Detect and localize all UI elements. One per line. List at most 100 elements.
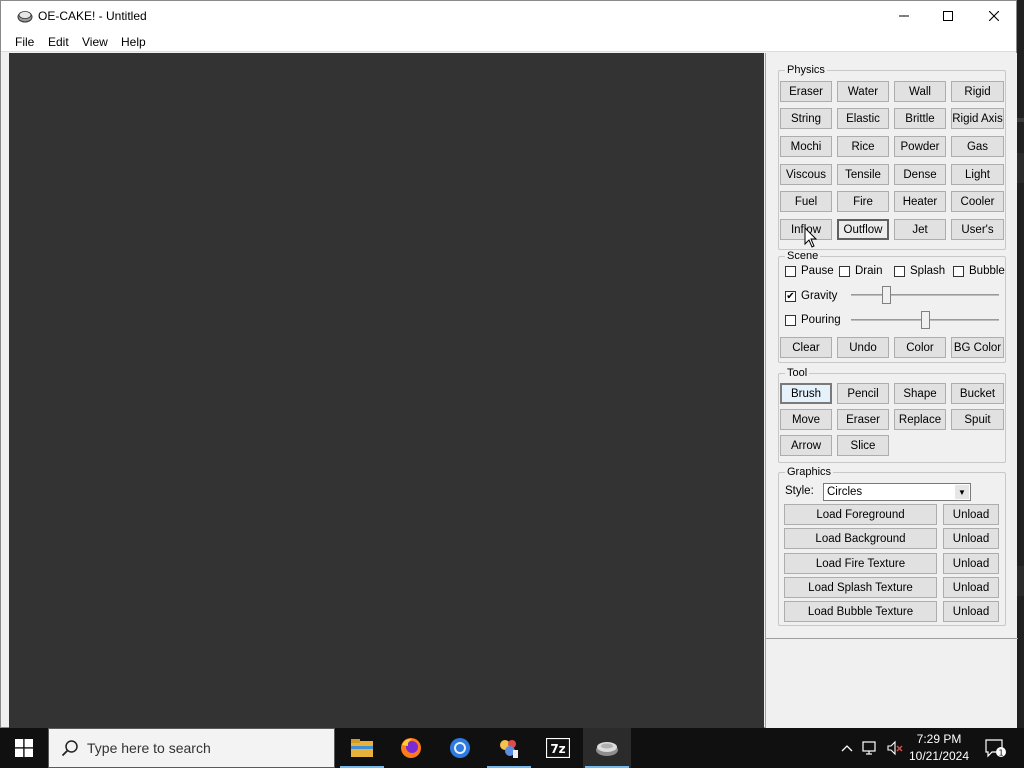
7zip-icon-text: 7z [550, 742, 565, 756]
physics-powder-button[interactable]: Powder [894, 136, 946, 157]
paint-app-button[interactable] [485, 728, 533, 768]
gravity-slider[interactable] [851, 286, 999, 304]
physics-jet-button[interactable]: Jet [894, 219, 946, 240]
taskbar: Type here to search 7z 7:29 PM 10/21/202… [0, 728, 1024, 768]
notifications-button[interactable]: 1 [980, 728, 1010, 768]
tool-replace-button[interactable]: Replace [894, 409, 946, 430]
pouring-slider[interactable] [851, 311, 999, 329]
physics-string-button[interactable]: String [780, 108, 832, 129]
volume-button[interactable] [884, 728, 906, 768]
oe-cake-taskbar-button[interactable] [583, 728, 631, 768]
start-button[interactable] [0, 728, 48, 768]
physics-tensile-button[interactable]: Tensile [837, 164, 889, 185]
title-bar[interactable]: OE-CAKE! - Untitled [1, 1, 1016, 31]
bg-color-button[interactable]: BG Color [951, 337, 1004, 358]
tool-move-button[interactable]: Move [780, 409, 832, 430]
pouring-checkbox[interactable]: Pouring [785, 314, 841, 326]
pouring-slider-thumb[interactable] [921, 311, 930, 329]
physics-elastic-button[interactable]: Elastic [837, 108, 889, 129]
physics-light-button[interactable]: Light [951, 164, 1004, 185]
tool-pencil-button[interactable]: Pencil [837, 383, 889, 404]
oe-cake-app-icon [17, 11, 33, 23]
physics-rigid-axis-button[interactable]: Rigid Axis [951, 108, 1004, 129]
load-fire-texture-button[interactable]: Load Fire Texture [784, 553, 937, 574]
menu-help[interactable]: Help [121, 35, 146, 49]
pouring-checkbox-box[interactable] [785, 314, 796, 326]
load-foreground-button[interactable]: Load Foreground [784, 504, 937, 525]
unload-background-button[interactable]: Unload [943, 528, 999, 549]
physics-eraser-button[interactable]: Eraser [780, 81, 832, 102]
physics-mochi-button[interactable]: Mochi [780, 136, 832, 157]
unload-foreground-button[interactable]: Unload [943, 504, 999, 525]
volume-muted-icon [887, 740, 903, 756]
pause-checkbox[interactable]: Pause [785, 265, 834, 277]
physics-fuel-button[interactable]: Fuel [780, 191, 832, 212]
splash-checkbox[interactable]: Splash [894, 265, 945, 277]
drain-checkbox-box[interactable] [839, 265, 850, 277]
load-background-button[interactable]: Load Background [784, 528, 937, 549]
physics-user-s-button[interactable]: User's [951, 219, 1004, 240]
firefox-button[interactable] [387, 728, 435, 768]
bubble-checkbox-box[interactable] [953, 265, 964, 277]
physics-rigid-button[interactable]: Rigid [951, 81, 1004, 102]
drain-checkbox[interactable]: Drain [839, 265, 882, 277]
color-button[interactable]: Color [894, 337, 946, 358]
chevron-down-icon[interactable]: ▼ [955, 485, 969, 499]
tool-brush-button[interactable]: Brush [780, 383, 832, 404]
minimize-button[interactable] [881, 1, 927, 31]
unload-fire-texture-button[interactable]: Unload [943, 553, 999, 574]
style-select-value: Circles [827, 486, 863, 498]
gravity-slider-track [851, 294, 999, 296]
physics-fire-button[interactable]: Fire [837, 191, 889, 212]
maximize-button[interactable] [925, 1, 971, 31]
unload-splash-texture-button[interactable]: Unload [943, 577, 999, 598]
tool-arrow-button[interactable]: Arrow [780, 435, 832, 456]
physics-viscous-button[interactable]: Viscous [780, 164, 832, 185]
tool-eraser-button[interactable]: Eraser [837, 409, 889, 430]
physics-outflow-button[interactable]: Outflow [837, 219, 889, 240]
app-window: OE-CAKE! - Untitled File Edit View Help … [0, 0, 1018, 728]
load-splash-texture-button[interactable]: Load Splash Texture [784, 577, 937, 598]
undo-button[interactable]: Undo [837, 337, 889, 358]
system-clock[interactable]: 7:29 PM 10/21/2024 [906, 731, 972, 765]
physics-gas-button[interactable]: Gas [951, 136, 1004, 157]
tool-spuit-button[interactable]: Spuit [951, 409, 1004, 430]
network-icon [862, 741, 876, 755]
file-explorer-button[interactable] [338, 728, 386, 768]
show-hidden-icons-button[interactable] [838, 728, 856, 768]
chrome-icon [450, 738, 470, 758]
bubble-checkbox-label: Bubble [969, 265, 1005, 277]
physics-wall-button[interactable]: Wall [894, 81, 946, 102]
gravity-checkbox[interactable]: ✔ Gravity [785, 290, 837, 302]
physics-cooler-button[interactable]: Cooler [951, 191, 1004, 212]
tool-slice-button[interactable]: Slice [837, 435, 889, 456]
load-bubble-texture-button[interactable]: Load Bubble Texture [784, 601, 937, 622]
close-button[interactable] [971, 1, 1017, 31]
physics-rice-button[interactable]: Rice [837, 136, 889, 157]
unload-bubble-texture-button[interactable]: Unload [943, 601, 999, 622]
tool-bucket-button[interactable]: Bucket [951, 383, 1004, 404]
panel-divider [766, 638, 1018, 639]
chrome-button[interactable] [436, 728, 484, 768]
notification-count: 1 [998, 749, 1003, 758]
menu-edit[interactable]: Edit [48, 35, 69, 49]
physics-dense-button[interactable]: Dense [894, 164, 946, 185]
style-select[interactable]: Circles ▼ [823, 483, 971, 501]
windows-logo-icon [15, 739, 33, 757]
menu-view[interactable]: View [82, 35, 108, 49]
7zip-button[interactable]: 7z [534, 728, 582, 768]
bubble-checkbox[interactable]: Bubble [953, 265, 1005, 277]
physics-heater-button[interactable]: Heater [894, 191, 946, 212]
simulation-canvas[interactable] [9, 53, 764, 728]
physics-brittle-button[interactable]: Brittle [894, 108, 946, 129]
gravity-slider-thumb[interactable] [882, 286, 891, 304]
tool-shape-button[interactable]: Shape [894, 383, 946, 404]
gravity-checkbox-box[interactable]: ✔ [785, 290, 796, 302]
physics-water-button[interactable]: Water [837, 81, 889, 102]
menu-file[interactable]: File [15, 35, 34, 49]
splash-checkbox-box[interactable] [894, 265, 905, 277]
pause-checkbox-box[interactable] [785, 265, 796, 277]
clear-button[interactable]: Clear [780, 337, 832, 358]
taskbar-search[interactable]: Type here to search [48, 728, 335, 768]
network-button[interactable] [860, 728, 882, 768]
